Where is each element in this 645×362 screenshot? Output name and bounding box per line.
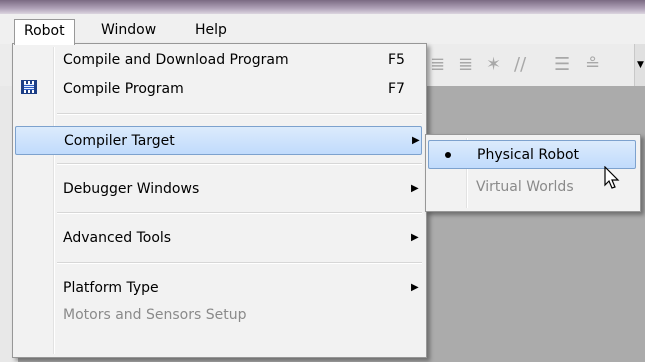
menu-item-label: Physical Robot (477, 147, 580, 163)
menu-item-label: Compile Program (63, 81, 184, 97)
robot-menu: Compile and Download Program F5 Compile … (12, 43, 427, 358)
menu-item-motors-sensors-setup: Motors and Sensors Setup (15, 301, 422, 329)
toggle-bookmark-icon[interactable]: ✶ (486, 54, 501, 75)
align-icon[interactable]: ≗ (585, 54, 600, 75)
menu-item-shortcut: F5 (388, 52, 405, 68)
menu-item-compiler-target[interactable]: Compiler Target ▶ (15, 126, 422, 155)
menu-item-label: Motors and Sensors Setup (63, 307, 247, 323)
radio-selected-icon (445, 152, 451, 158)
chevron-down-icon: ▼ (637, 60, 644, 70)
comment-icon[interactable]: // (514, 54, 526, 75)
menu-item-label: Compiler Target (64, 133, 175, 149)
submenu-arrow-icon: ▶ (411, 282, 419, 293)
menu-item-advanced-tools[interactable]: Advanced Tools ▶ (15, 224, 422, 252)
menu-item-compile-program[interactable]: Compile Program F7 (15, 75, 422, 103)
menu-item-physical-robot[interactable]: Physical Robot (428, 140, 636, 169)
menu-item-platform-type[interactable]: Platform Type ▶ (15, 274, 422, 302)
menu-item-label: Virtual Worlds (476, 179, 574, 195)
menubar: Robot Window Help (0, 14, 645, 45)
menu-item-compile-and-download[interactable]: Compile and Download Program F5 (15, 46, 422, 74)
menubar-item-window[interactable]: Window (92, 19, 165, 43)
robotc-window: Robot Window Help ≣ ≣ ✶ // ☰ ≗ ▼ Compile… (0, 0, 645, 362)
indent-icon[interactable]: ≣ (430, 54, 445, 75)
format-icon[interactable]: ☰ (554, 54, 570, 75)
menu-item-debugger-windows[interactable]: Debugger Windows ▶ (15, 175, 422, 203)
mouse-pointer-icon (604, 166, 620, 189)
title-bar (0, 0, 645, 14)
menu-separator (57, 262, 422, 264)
menubar-item-help[interactable]: Help (186, 19, 236, 43)
menubar-item-robot[interactable]: Robot (14, 19, 75, 45)
submenu-arrow-icon: ▶ (412, 135, 420, 146)
menu-separator (57, 113, 422, 115)
submenu-arrow-icon: ▶ (411, 232, 419, 243)
menu-item-label: Platform Type (63, 280, 159, 296)
menu-item-label: Compile and Download Program (63, 52, 289, 68)
submenu-arrow-icon: ▶ (411, 183, 419, 194)
menu-item-label: Debugger Windows (63, 181, 200, 197)
menu-item-shortcut: F7 (388, 81, 405, 97)
menu-item-label: Advanced Tools (63, 230, 172, 246)
menu-separator (57, 163, 422, 165)
compile-icon (21, 80, 37, 94)
toolbar-overflow[interactable]: ▼ (634, 44, 645, 86)
outdent-icon[interactable]: ≣ (458, 54, 473, 75)
menu-separator (57, 212, 422, 214)
